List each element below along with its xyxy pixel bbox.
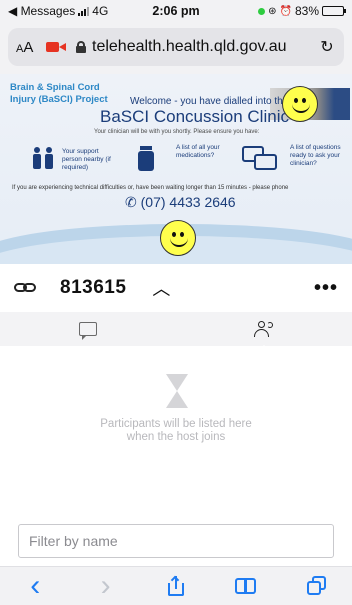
support-person-icon — [33, 147, 53, 169]
tabs-icon — [306, 576, 327, 596]
meeting-id: 813615 — [60, 277, 127, 298]
filter-by-name-input[interactable] — [18, 524, 334, 558]
more-options-icon[interactable]: ••• — [314, 277, 338, 300]
smiley-icon — [160, 220, 196, 256]
participants-empty-message: Participants will be listed here when th… — [100, 418, 252, 443]
status-time: 2:06 pm — [152, 4, 200, 18]
status-left: ◀ Messages 4G — [8, 4, 128, 18]
battery-icon — [322, 6, 346, 16]
browser-toolbar: ‹ › — [0, 566, 352, 605]
forward-icon: › — [100, 569, 111, 602]
medication-icon — [138, 146, 154, 171]
smiley-icon — [282, 86, 318, 122]
rotation-lock-icon: ⊛ — [268, 5, 277, 17]
lock-icon — [76, 41, 86, 53]
tab-chat[interactable] — [0, 312, 176, 346]
phone-icon: ✆ — [125, 194, 137, 210]
status-right: ⊛ ⏰ 83% — [224, 4, 346, 18]
book-icon — [235, 578, 257, 594]
alarm-icon: ⏰ — [279, 5, 292, 17]
questions-text: A list of questions ready to ask your cl… — [290, 144, 341, 167]
shortly-text: Your clinician will be with you shortly.… — [94, 129, 260, 135]
participants-pane: Participants will be listed here when th… — [0, 346, 352, 566]
browser-address-area: AA telehealth.health.qld.gov.au ↻ — [0, 22, 352, 74]
meeting-info-row: 813615 ︿ ••• — [0, 264, 352, 312]
network-type: 4G — [92, 4, 109, 18]
phone-text: (07) 4433 2646 — [140, 194, 236, 210]
forward-button[interactable]: › — [88, 571, 124, 601]
chevron-up-icon[interactable]: ︿ — [152, 275, 170, 301]
clinic-name: BaSCI Concussion Clinic — [100, 107, 289, 126]
tab-participants[interactable] — [176, 312, 352, 352]
welcome-text: Welcome - you have dialled into the — [130, 96, 289, 107]
camera-in-use-icon — [258, 7, 266, 15]
share-icon — [167, 575, 184, 596]
share-button[interactable] — [158, 571, 194, 601]
chat-icon — [79, 322, 97, 340]
back-button[interactable]: ‹ — [17, 571, 53, 601]
clinic-banner: Brain & Spinal Cord Injury (BaSCI) Proje… — [0, 74, 352, 264]
back-icon: ‹ — [30, 569, 41, 602]
medication-text: A list of all your medications? — [176, 144, 220, 159]
back-to-messages[interactable]: ◀ Messages — [8, 4, 75, 18]
address-bar[interactable]: AA telehealth.health.qld.gov.au ↻ — [8, 28, 344, 66]
people-icon — [253, 321, 275, 337]
tabs-button[interactable] — [299, 571, 335, 601]
questions-icon — [242, 146, 277, 170]
org-name: Brain & Spinal Cord Injury (BaSCI) Proje… — [10, 82, 108, 105]
battery-percent: 83% — [294, 4, 319, 18]
status-bar: ◀ Messages 4G 2:06 pm ⊛ ⏰ 83% — [0, 0, 352, 22]
support-person-text: Your support person nearby (if required) — [62, 148, 111, 171]
bookmarks-button[interactable] — [228, 571, 264, 601]
video-camera-icon[interactable] — [46, 40, 68, 54]
signal-icon — [78, 6, 90, 16]
text-size-button[interactable]: AA — [16, 39, 42, 56]
url-text[interactable]: telehealth.health.qld.gov.au — [92, 38, 318, 56]
phone-number[interactable]: ✆ (07) 4433 2646 — [125, 194, 236, 211]
link-icon[interactable] — [14, 280, 40, 296]
hourglass-icon — [166, 374, 188, 408]
panel-tabs — [0, 312, 352, 352]
reload-icon[interactable]: ↻ — [318, 37, 336, 57]
help-text: If you are experiencing technical diffic… — [12, 185, 289, 191]
